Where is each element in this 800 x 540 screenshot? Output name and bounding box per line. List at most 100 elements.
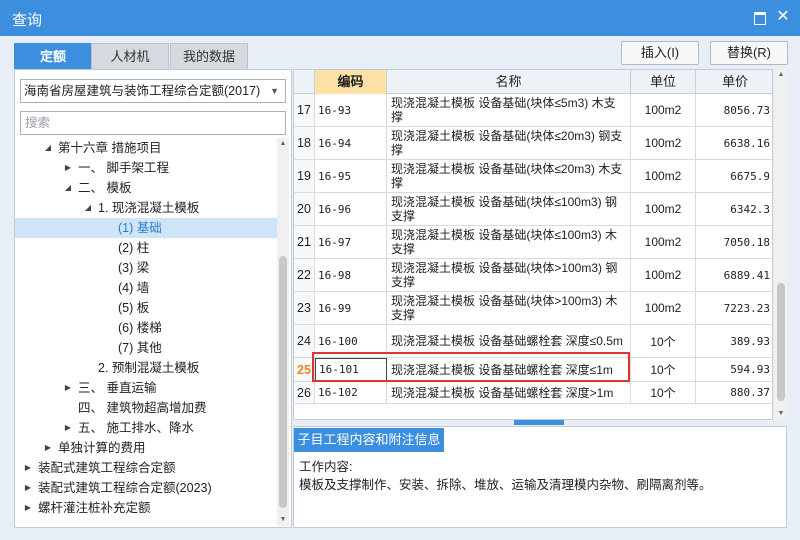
cell-name[interactable]: 现浇混凝土模板 设备基础螺栓套 深度>1m — [387, 382, 631, 403]
library-select[interactable]: 海南省房屋建筑与装饰工程综合定额(2017) ▼ — [20, 79, 286, 103]
caret-down-icon[interactable]: ◢ — [63, 178, 73, 198]
cell-num[interactable]: 26 — [294, 382, 315, 403]
cell-price[interactable]: 594.93 — [696, 358, 772, 381]
cell-name[interactable]: 现浇混凝土模板 设备基础螺栓套 深度≤1m — [387, 358, 631, 381]
cell-code[interactable]: 16-94 — [315, 127, 387, 159]
cell-name[interactable]: 现浇混凝土模板 设备基础螺栓套 深度≤0.5m — [387, 325, 631, 357]
cell-price[interactable]: 6342.3 — [696, 193, 772, 225]
cell-code[interactable]: 16-97 — [315, 226, 387, 258]
tree-item[interactable]: ▶ 螺杆灌注桩补充定额 — [15, 498, 277, 518]
caret-right-icon[interactable]: ▶ — [23, 458, 33, 478]
maximize-icon[interactable] — [752, 9, 768, 25]
tab-my-data[interactable]: 我的数据 — [170, 43, 248, 69]
close-icon[interactable]: ✕ — [775, 9, 791, 25]
caret-right-icon[interactable]: ▶ — [43, 438, 53, 458]
header-price[interactable]: 单价 — [696, 70, 772, 94]
tab-materials[interactable]: 人材机 — [91, 43, 169, 69]
tree-item[interactable]: (2) 柱 — [15, 238, 277, 258]
tree-item[interactable]: (4) 墙 — [15, 278, 277, 298]
splitter-grip[interactable] — [514, 420, 564, 425]
insert-button[interactable]: 插入(I) — [621, 41, 699, 65]
cell-price[interactable]: 6675.9 — [696, 160, 772, 192]
tree-item[interactable]: (1) 基础 — [15, 218, 277, 238]
scroll-down-icon[interactable]: ▼ — [775, 408, 787, 420]
scroll-down-icon[interactable]: ▼ — [277, 514, 289, 526]
tree-item[interactable]: ▶ 单独计算的费用 — [15, 438, 277, 458]
tree-item[interactable]: (3) 梁 — [15, 258, 277, 278]
cell-code[interactable]: 16-99 — [315, 292, 387, 324]
cell-code[interactable]: 16-96 — [315, 193, 387, 225]
tree-scrollbar[interactable]: ▲ ▼ — [277, 138, 289, 526]
table-row[interactable]: 17 16-93 现浇混凝土模板 设备基础(块体≤5m3) 木支撑 100m2 8056… — [294, 94, 772, 127]
cell-num[interactable]: 20 — [294, 193, 315, 225]
cell-price[interactable]: 880.37 — [696, 382, 772, 403]
caret-down-icon[interactable]: ◢ — [43, 138, 53, 158]
header-name[interactable]: 名称 — [387, 70, 631, 94]
table-row[interactable]: 19 16-95 现浇混凝土模板 设备基础(块体≤20m3) 木支撑 100m2 667… — [294, 160, 772, 193]
scroll-thumb[interactable] — [777, 283, 785, 401]
caret-right-icon[interactable]: ▶ — [23, 478, 33, 498]
tree-item[interactable]: 四、 建筑物超高增加费 — [15, 398, 277, 418]
tab-info[interactable]: 子目工程内容和附注信息 — [294, 428, 444, 452]
table-row[interactable]: 25 16-101 现浇混凝土模板 设备基础螺栓套 深度≤1m 10个 594.93 — [294, 358, 772, 382]
cell-price[interactable]: 8056.73 — [696, 94, 772, 126]
cell-price[interactable]: 389.93 — [696, 325, 772, 357]
tree-item[interactable]: ▶ 装配式建筑工程综合定额(2023) — [15, 478, 277, 498]
cell-name[interactable]: 现浇混凝土模板 设备基础(块体>100m3) 木支撑 — [387, 292, 631, 324]
caret-right-icon[interactable]: ▶ — [63, 378, 73, 398]
cell-code[interactable]: 16-100 — [315, 325, 387, 357]
tree-item[interactable]: (7) 其他 — [15, 338, 277, 358]
caret-right-icon[interactable]: ▶ — [63, 158, 73, 178]
cell-price[interactable]: 6889.41 — [696, 259, 772, 291]
cell-unit[interactable]: 100m2 — [631, 193, 696, 225]
cell-code[interactable]: 16-101 — [315, 358, 387, 381]
cell-price[interactable]: 6638.16 — [696, 127, 772, 159]
cell-code[interactable]: 16-93 — [315, 94, 387, 126]
cell-num[interactable]: 21 — [294, 226, 315, 258]
cell-num[interactable]: 25 — [294, 358, 315, 381]
cell-unit[interactable]: 100m2 — [631, 127, 696, 159]
panel-splitter[interactable] — [293, 420, 787, 425]
tab-quota[interactable]: 定额 — [14, 43, 92, 69]
replace-button[interactable]: 替换(R) — [710, 41, 788, 65]
tree-item[interactable]: (6) 楼梯 — [15, 318, 277, 338]
cell-unit[interactable]: 100m2 — [631, 94, 696, 126]
cell-unit[interactable]: 100m2 — [631, 160, 696, 192]
cell-code[interactable]: 16-95 — [315, 160, 387, 192]
cell-num[interactable]: 23 — [294, 292, 315, 324]
tree-item[interactable]: ◢ 二、 模板 — [15, 178, 277, 198]
cell-num[interactable]: 18 — [294, 127, 315, 159]
cell-code[interactable]: 16-102 — [315, 382, 387, 403]
cell-unit[interactable]: 100m2 — [631, 292, 696, 324]
header-code[interactable]: 编码 — [315, 70, 387, 94]
cell-price[interactable]: 7050.18 — [696, 226, 772, 258]
cell-unit[interactable]: 100m2 — [631, 259, 696, 291]
cell-num[interactable]: 19 — [294, 160, 315, 192]
table-row[interactable]: 23 16-99 现浇混凝土模板 设备基础(块体>100m3) 木支撑 100m2 72… — [294, 292, 772, 325]
cell-name[interactable]: 现浇混凝土模板 设备基础(块体≤20m3) 木支撑 — [387, 160, 631, 192]
cell-name[interactable]: 现浇混凝土模板 设备基础(块体≤5m3) 木支撑 — [387, 94, 631, 126]
cell-price[interactable]: 7223.23 — [696, 292, 772, 324]
cell-unit[interactable]: 10个 — [631, 325, 696, 357]
tree-item[interactable]: 2. 预制混凝土模板 — [15, 358, 277, 378]
search-input[interactable] — [20, 111, 286, 135]
caret-down-icon[interactable]: ◢ — [83, 198, 93, 218]
tree-item[interactable]: ▶ 一、 脚手架工程 — [15, 158, 277, 178]
cell-code[interactable]: 16-98 — [315, 259, 387, 291]
table-row[interactable]: 22 16-98 现浇混凝土模板 设备基础(块体>100m3) 钢支撑 100m2 68… — [294, 259, 772, 292]
cell-num[interactable]: 17 — [294, 94, 315, 126]
cell-name[interactable]: 现浇混凝土模板 设备基础(块体>100m3) 钢支撑 — [387, 259, 631, 291]
scroll-thumb[interactable] — [279, 256, 287, 508]
table-row[interactable]: 26 16-102 现浇混凝土模板 设备基础螺栓套 深度>1m 10个 880.37 — [294, 382, 772, 404]
cell-name[interactable]: 现浇混凝土模板 设备基础(块体≤100m3) 木支撑 — [387, 226, 631, 258]
tree-item[interactable]: ▶ 五、 施工排水、降水 — [15, 418, 277, 438]
cell-name[interactable]: 现浇混凝土模板 设备基础(块体≤100m3) 钢支撑 — [387, 193, 631, 225]
table-scrollbar[interactable]: ▲ ▼ — [775, 69, 787, 420]
table-row[interactable]: 24 16-100 现浇混凝土模板 设备基础螺栓套 深度≤0.5m 10个 389.93 — [294, 325, 772, 358]
tree-item[interactable]: ▶ 装配式建筑工程综合定额 — [15, 458, 277, 478]
tree-item[interactable]: (5) 板 — [15, 298, 277, 318]
cell-unit[interactable]: 100m2 — [631, 226, 696, 258]
header-unit[interactable]: 单位 — [631, 70, 696, 94]
caret-right-icon[interactable]: ▶ — [23, 498, 33, 518]
cell-name[interactable]: 现浇混凝土模板 设备基础(块体≤20m3) 钢支撑 — [387, 127, 631, 159]
